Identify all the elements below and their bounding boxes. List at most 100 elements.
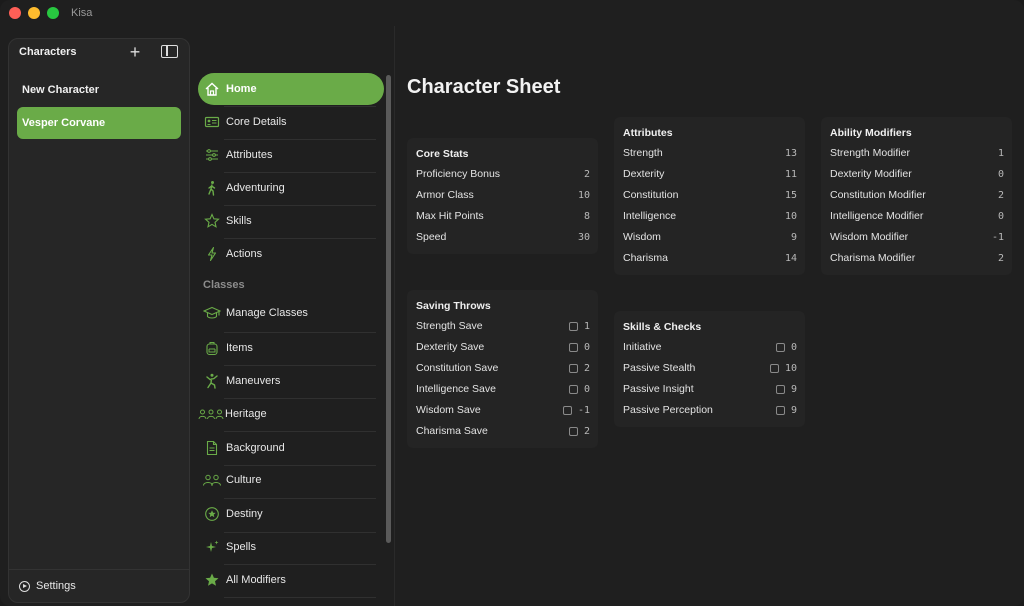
stat-label: Strength	[623, 147, 663, 159]
stat-label: Charisma Modifier	[830, 252, 916, 264]
stat-value: 9	[790, 231, 797, 243]
nav-label: Actions	[226, 248, 263, 260]
stat-value: 14	[784, 252, 797, 264]
stat-label: Intelligence Modifier	[830, 210, 924, 222]
nav-item-skills[interactable]: Skills	[198, 205, 384, 237]
stat-value: 15	[784, 189, 797, 201]
nav-item-home[interactable]: Home	[198, 73, 384, 105]
app-window: Kisa Characters + New Character Vesper C…	[0, 0, 1024, 606]
nav-label: Manage Classes	[226, 307, 308, 319]
save-row: Strength Save 1	[416, 319, 590, 333]
proficiency-checkbox[interactable]	[568, 342, 578, 352]
stat-row: Charisma Modifier 2	[830, 251, 1004, 265]
character-item-new-character[interactable]: New Character	[17, 74, 181, 106]
walking-figure-icon	[202, 178, 222, 198]
stat-row: Intelligence Modifier 0	[830, 209, 1004, 223]
sidebar-toggle-icon[interactable]	[161, 45, 178, 58]
close-window-button[interactable]	[9, 7, 21, 19]
graduation-cap-icon	[202, 303, 222, 323]
characters-header: Characters	[19, 46, 77, 58]
stat-row: Proficiency Bonus 2	[416, 167, 590, 181]
nav-item-all-modifiers[interactable]: All Modifiers	[198, 564, 384, 596]
nav-item-culture[interactable]: Culture	[198, 464, 384, 496]
save-value: 0	[583, 341, 590, 353]
proficiency-checkbox[interactable]	[775, 405, 785, 415]
stat-row: Max Hit Points 8	[416, 209, 590, 223]
add-character-button[interactable]: +	[126, 41, 144, 63]
proficiency-checkbox[interactable]	[568, 321, 578, 331]
check-value: 0	[790, 341, 797, 353]
nav-label: Spells	[226, 541, 256, 553]
nav-label: Items	[226, 342, 253, 354]
stat-value: -1	[991, 231, 1004, 243]
proficiency-checkbox[interactable]	[568, 384, 578, 394]
stat-label: Strength Modifier	[830, 147, 910, 159]
stat-label: Max Hit Points	[416, 210, 484, 222]
stat-row: Strength Modifier 1	[830, 146, 1004, 160]
nav-scrollbar[interactable]	[386, 75, 391, 543]
nav-label: Home	[226, 83, 257, 95]
bolt-icon	[202, 244, 222, 264]
nav-label: Skills	[226, 215, 252, 227]
settings-button[interactable]: Settings	[19, 579, 76, 593]
nav-item-actions[interactable]: Actions	[198, 238, 384, 270]
save-row: Dexterity Save 0	[416, 340, 590, 354]
zoom-window-button[interactable]	[47, 7, 59, 19]
save-value: 2	[583, 425, 590, 437]
stat-label: Dexterity Modifier	[830, 168, 912, 180]
save-value: -1	[577, 404, 590, 416]
stat-row: Charisma 14	[623, 251, 797, 265]
id-card-icon	[202, 112, 222, 132]
proficiency-checkbox[interactable]	[562, 405, 572, 415]
nav-item-maneuvers[interactable]: Maneuvers	[198, 365, 384, 397]
card-title: Ability Modifiers	[830, 127, 912, 139]
stat-row: Speed 30	[416, 230, 590, 244]
stat-value: 30	[577, 231, 590, 243]
nav-item-attributes[interactable]: Attributes	[198, 139, 384, 171]
nav-item-spells[interactable]: Spells	[198, 531, 384, 563]
minimize-window-button[interactable]	[28, 7, 40, 19]
nav-label: Core Details	[226, 116, 287, 128]
proficiency-checkbox[interactable]	[775, 342, 785, 352]
save-value: 2	[583, 362, 590, 374]
nav-item-adventuring[interactable]: Adventuring	[198, 172, 384, 204]
stat-label: Constitution Modifier	[830, 189, 926, 201]
nav-item-core-details[interactable]: Core Details	[198, 106, 384, 138]
character-item-vesper-corvane[interactable]: Vesper Corvane	[17, 107, 181, 139]
proficiency-checkbox[interactable]	[568, 363, 578, 373]
stat-label: Armor Class	[416, 189, 474, 201]
stat-value: 2	[997, 252, 1004, 264]
save-label: Charisma Save	[416, 425, 488, 437]
card-title: Attributes	[623, 127, 673, 139]
save-row: Constitution Save 2	[416, 361, 590, 375]
proficiency-checkbox[interactable]	[769, 363, 779, 373]
stat-label: Wisdom Modifier	[830, 231, 909, 243]
proficiency-checkbox[interactable]	[775, 384, 785, 394]
stat-row: Strength 13	[623, 146, 797, 160]
nav-label: Attributes	[226, 149, 273, 161]
nav-item-heritage[interactable]: Heritage	[198, 398, 384, 430]
proficiency-checkbox[interactable]	[568, 426, 578, 436]
save-label: Intelligence Save	[416, 383, 496, 395]
nav-item-manage-classes[interactable]: Manage Classes	[198, 297, 384, 329]
check-label: Passive Perception	[623, 404, 713, 416]
nav-item-destiny[interactable]: Destiny	[198, 498, 384, 530]
save-label: Strength Save	[416, 320, 483, 332]
people-pair-icon	[202, 470, 222, 490]
nav-label: Heritage	[225, 408, 267, 420]
stat-row: Intelligence 10	[623, 209, 797, 223]
stat-value: 2	[583, 168, 590, 180]
divider	[9, 569, 189, 570]
stat-label: Dexterity	[623, 168, 665, 180]
panel-divider	[394, 26, 395, 606]
check-value: 9	[790, 383, 797, 395]
sparkles-icon	[202, 537, 222, 557]
backpack-icon	[202, 338, 222, 358]
stat-row: Constitution 15	[623, 188, 797, 202]
nav-label: Adventuring	[226, 182, 285, 194]
nav-item-items[interactable]: Items	[198, 332, 384, 364]
save-row: Intelligence Save 0	[416, 382, 590, 396]
nav-item-background[interactable]: Background	[198, 432, 384, 464]
app-title: Kisa	[71, 7, 93, 19]
stat-label: Charisma	[623, 252, 668, 264]
